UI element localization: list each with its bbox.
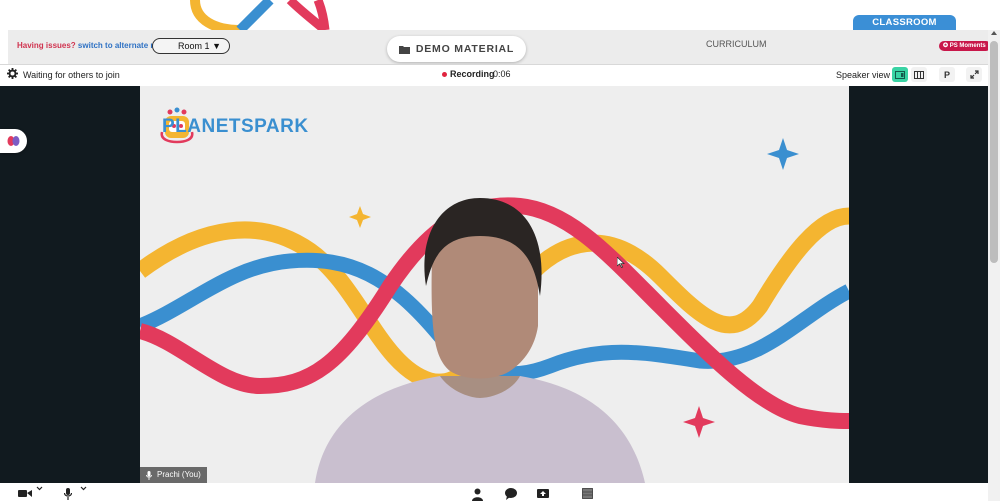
view-mode-label: Speaker view: [836, 70, 891, 80]
ps-moments-icon: ✪: [943, 43, 949, 49]
more-button[interactable]: [582, 488, 593, 501]
bottom-toolbar: [0, 483, 988, 501]
share-screen-button[interactable]: [537, 488, 549, 501]
speaker-view-button[interactable]: [892, 67, 908, 82]
camera-icon: [18, 490, 32, 497]
scroll-up-arrow-icon[interactable]: [991, 31, 997, 35]
room-select-value: Room 1: [178, 41, 210, 51]
demo-material-label: DEMO MATERIAL: [415, 43, 515, 55]
recording-time: 0:06: [493, 69, 511, 79]
more-icon: [582, 488, 593, 499]
recording-label: Recording: [450, 69, 495, 79]
planetspark-logo: PLANETSPARK: [162, 116, 309, 137]
chat-icon: [505, 488, 517, 500]
room-select[interactable]: Room 1 ▼: [152, 38, 230, 54]
ps-moments-button[interactable]: ✪ PS Moments: [939, 41, 991, 51]
classroom-tab[interactable]: CLASSROOM: [853, 15, 956, 30]
folder-icon: [398, 45, 410, 54]
participant-name-tag: Prachi (You): [140, 467, 207, 483]
blue-star: [767, 138, 799, 170]
participant-icon: [472, 488, 483, 501]
participant-video: [140, 86, 849, 483]
mic-icon: [64, 488, 72, 500]
camera-options[interactable]: [36, 486, 43, 499]
share-icon: [537, 489, 549, 498]
video-background: [140, 107, 849, 483]
chevron-down-icon: [80, 486, 87, 491]
speaker-view-icon: [895, 70, 905, 79]
issue-notice: Having issues? switch to alternate room: [17, 41, 170, 50]
yellow-star: [349, 206, 371, 228]
caret-down-icon: ▼: [212, 41, 221, 51]
participants-button[interactable]: [472, 488, 483, 501]
grid-view-button[interactable]: [911, 67, 927, 82]
recording-dot-icon: [442, 72, 447, 77]
curriculum-tab[interactable]: CURRICULUM: [706, 39, 767, 49]
participant-name: Prachi (You): [157, 470, 201, 479]
mic-icon: [146, 470, 152, 480]
side-panel-toggle[interactable]: [0, 129, 27, 153]
grid-view-icon: [914, 70, 924, 79]
p-button[interactable]: P: [939, 67, 955, 82]
chevron-down-icon: [36, 486, 43, 491]
scrollbar-thumb[interactable]: [990, 41, 998, 263]
issue-prefix: Having issues?: [17, 41, 76, 50]
cursor-icon: [616, 255, 626, 273]
meeting-status: Waiting for others to join: [23, 70, 120, 80]
decor-waves: [190, 0, 330, 30]
top-decor-strip: [0, 0, 1000, 30]
expand-icon: [969, 70, 979, 79]
ps-moments-label: PS Moments: [949, 43, 986, 49]
chat-button[interactable]: [505, 488, 517, 501]
mic-options[interactable]: [80, 486, 87, 499]
mic-toggle[interactable]: [64, 488, 72, 501]
camera-toggle[interactable]: [18, 488, 32, 501]
brain-icon: [7, 136, 20, 146]
expand-button[interactable]: [966, 67, 982, 82]
demo-material-button[interactable]: DEMO MATERIAL: [387, 36, 526, 62]
red-star: [683, 406, 715, 438]
gear-icon[interactable]: [7, 68, 18, 79]
